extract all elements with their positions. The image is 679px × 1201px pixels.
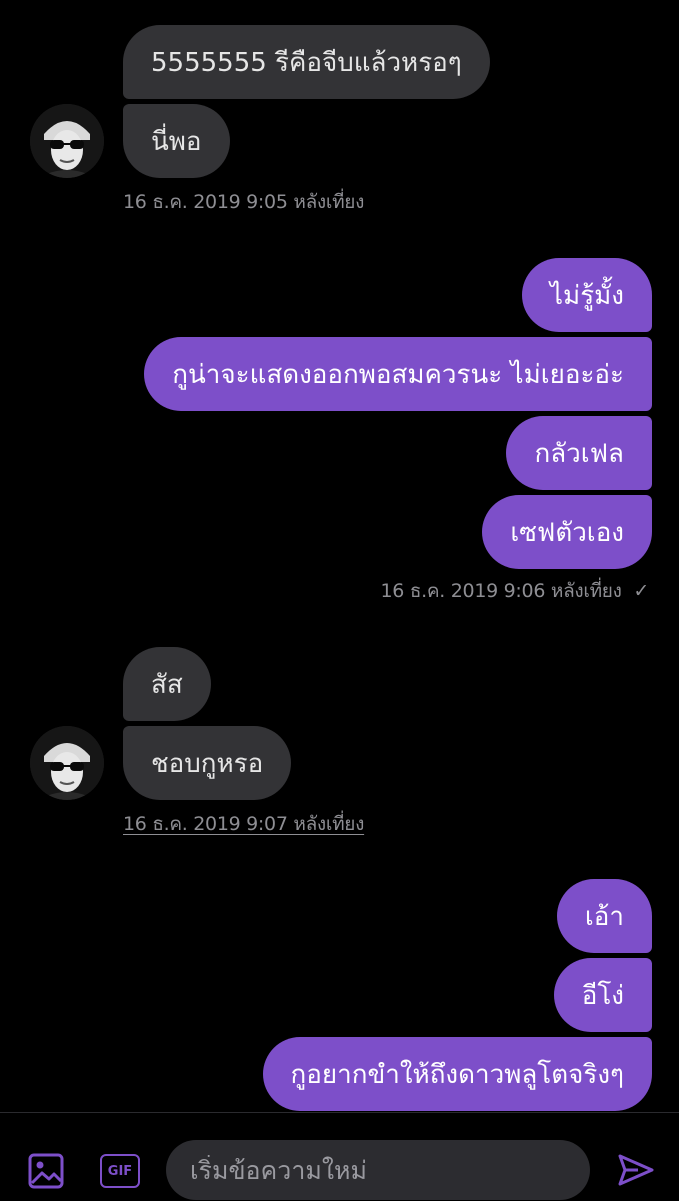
- incoming-message[interactable]: สัส: [123, 647, 211, 721]
- message-text: นี่พอ: [151, 126, 202, 157]
- message-input[interactable]: [188, 1154, 568, 1186]
- gif-label: GIF: [107, 1163, 133, 1179]
- message-text: ชอบกูหรอ: [151, 748, 264, 779]
- outgoing-message[interactable]: กูอยากขำให้ถึงดาวพลูโตจริงๆ: [262, 1037, 652, 1111]
- outgoing-message[interactable]: กลัวเฟล: [506, 416, 652, 490]
- outgoing-message[interactable]: กูน่าจะแสดงออกพอสมควรนะ ไม่เยอะอ่ะ: [144, 337, 652, 411]
- incoming-message[interactable]: 5555555 รีคือจีบแล้วหรอๆ: [123, 25, 490, 99]
- message-timestamp: 16 ธ.ค. 2019 9:06 หลังเที่ยง ✓: [380, 580, 650, 602]
- avatar[interactable]: [30, 104, 104, 178]
- image-icon[interactable]: [26, 1151, 66, 1191]
- incoming-message[interactable]: ชอบกูหรอ: [123, 726, 292, 800]
- outgoing-message[interactable]: เอ้า: [556, 879, 652, 953]
- message-timestamp[interactable]: 16 ธ.ค. 2019 9:07 หลังเที่ยง: [123, 809, 364, 839]
- message-text: เซฟตัวเอง: [510, 517, 624, 548]
- message-text: เอ้า: [584, 901, 624, 932]
- avatar-image: [30, 104, 104, 178]
- avatar-image: [30, 726, 104, 800]
- send-icon[interactable]: [616, 1150, 656, 1190]
- incoming-message[interactable]: นี่พอ: [123, 104, 230, 178]
- gif-button[interactable]: GIF: [100, 1154, 140, 1188]
- outgoing-message[interactable]: อีโง่: [553, 958, 652, 1032]
- message-timestamp: 16 ธ.ค. 2019 9:05 หลังเที่ยง: [123, 191, 365, 213]
- message-text: กูน่าจะแสดงออกพอสมควรนะ ไม่เยอะอ่ะ: [172, 359, 624, 390]
- message-text: 5555555 รีคือจีบแล้วหรอๆ: [151, 47, 462, 78]
- message-text: กลัวเฟล: [534, 438, 624, 469]
- outgoing-message[interactable]: ไม่รู้มั้ง: [521, 258, 652, 332]
- message-composer[interactable]: [166, 1140, 590, 1200]
- message-text: กูอยากขำให้ถึงดาวพลูโตจริงๆ: [290, 1059, 624, 1090]
- avatar[interactable]: [30, 726, 104, 800]
- message-text: สัส: [151, 669, 183, 700]
- message-text: อีโง่: [581, 980, 624, 1011]
- outgoing-message[interactable]: เซฟตัวเอง: [482, 495, 652, 569]
- message-text: ไม่รู้มั้ง: [549, 280, 624, 311]
- checkmark-icon: ✓: [633, 580, 649, 602]
